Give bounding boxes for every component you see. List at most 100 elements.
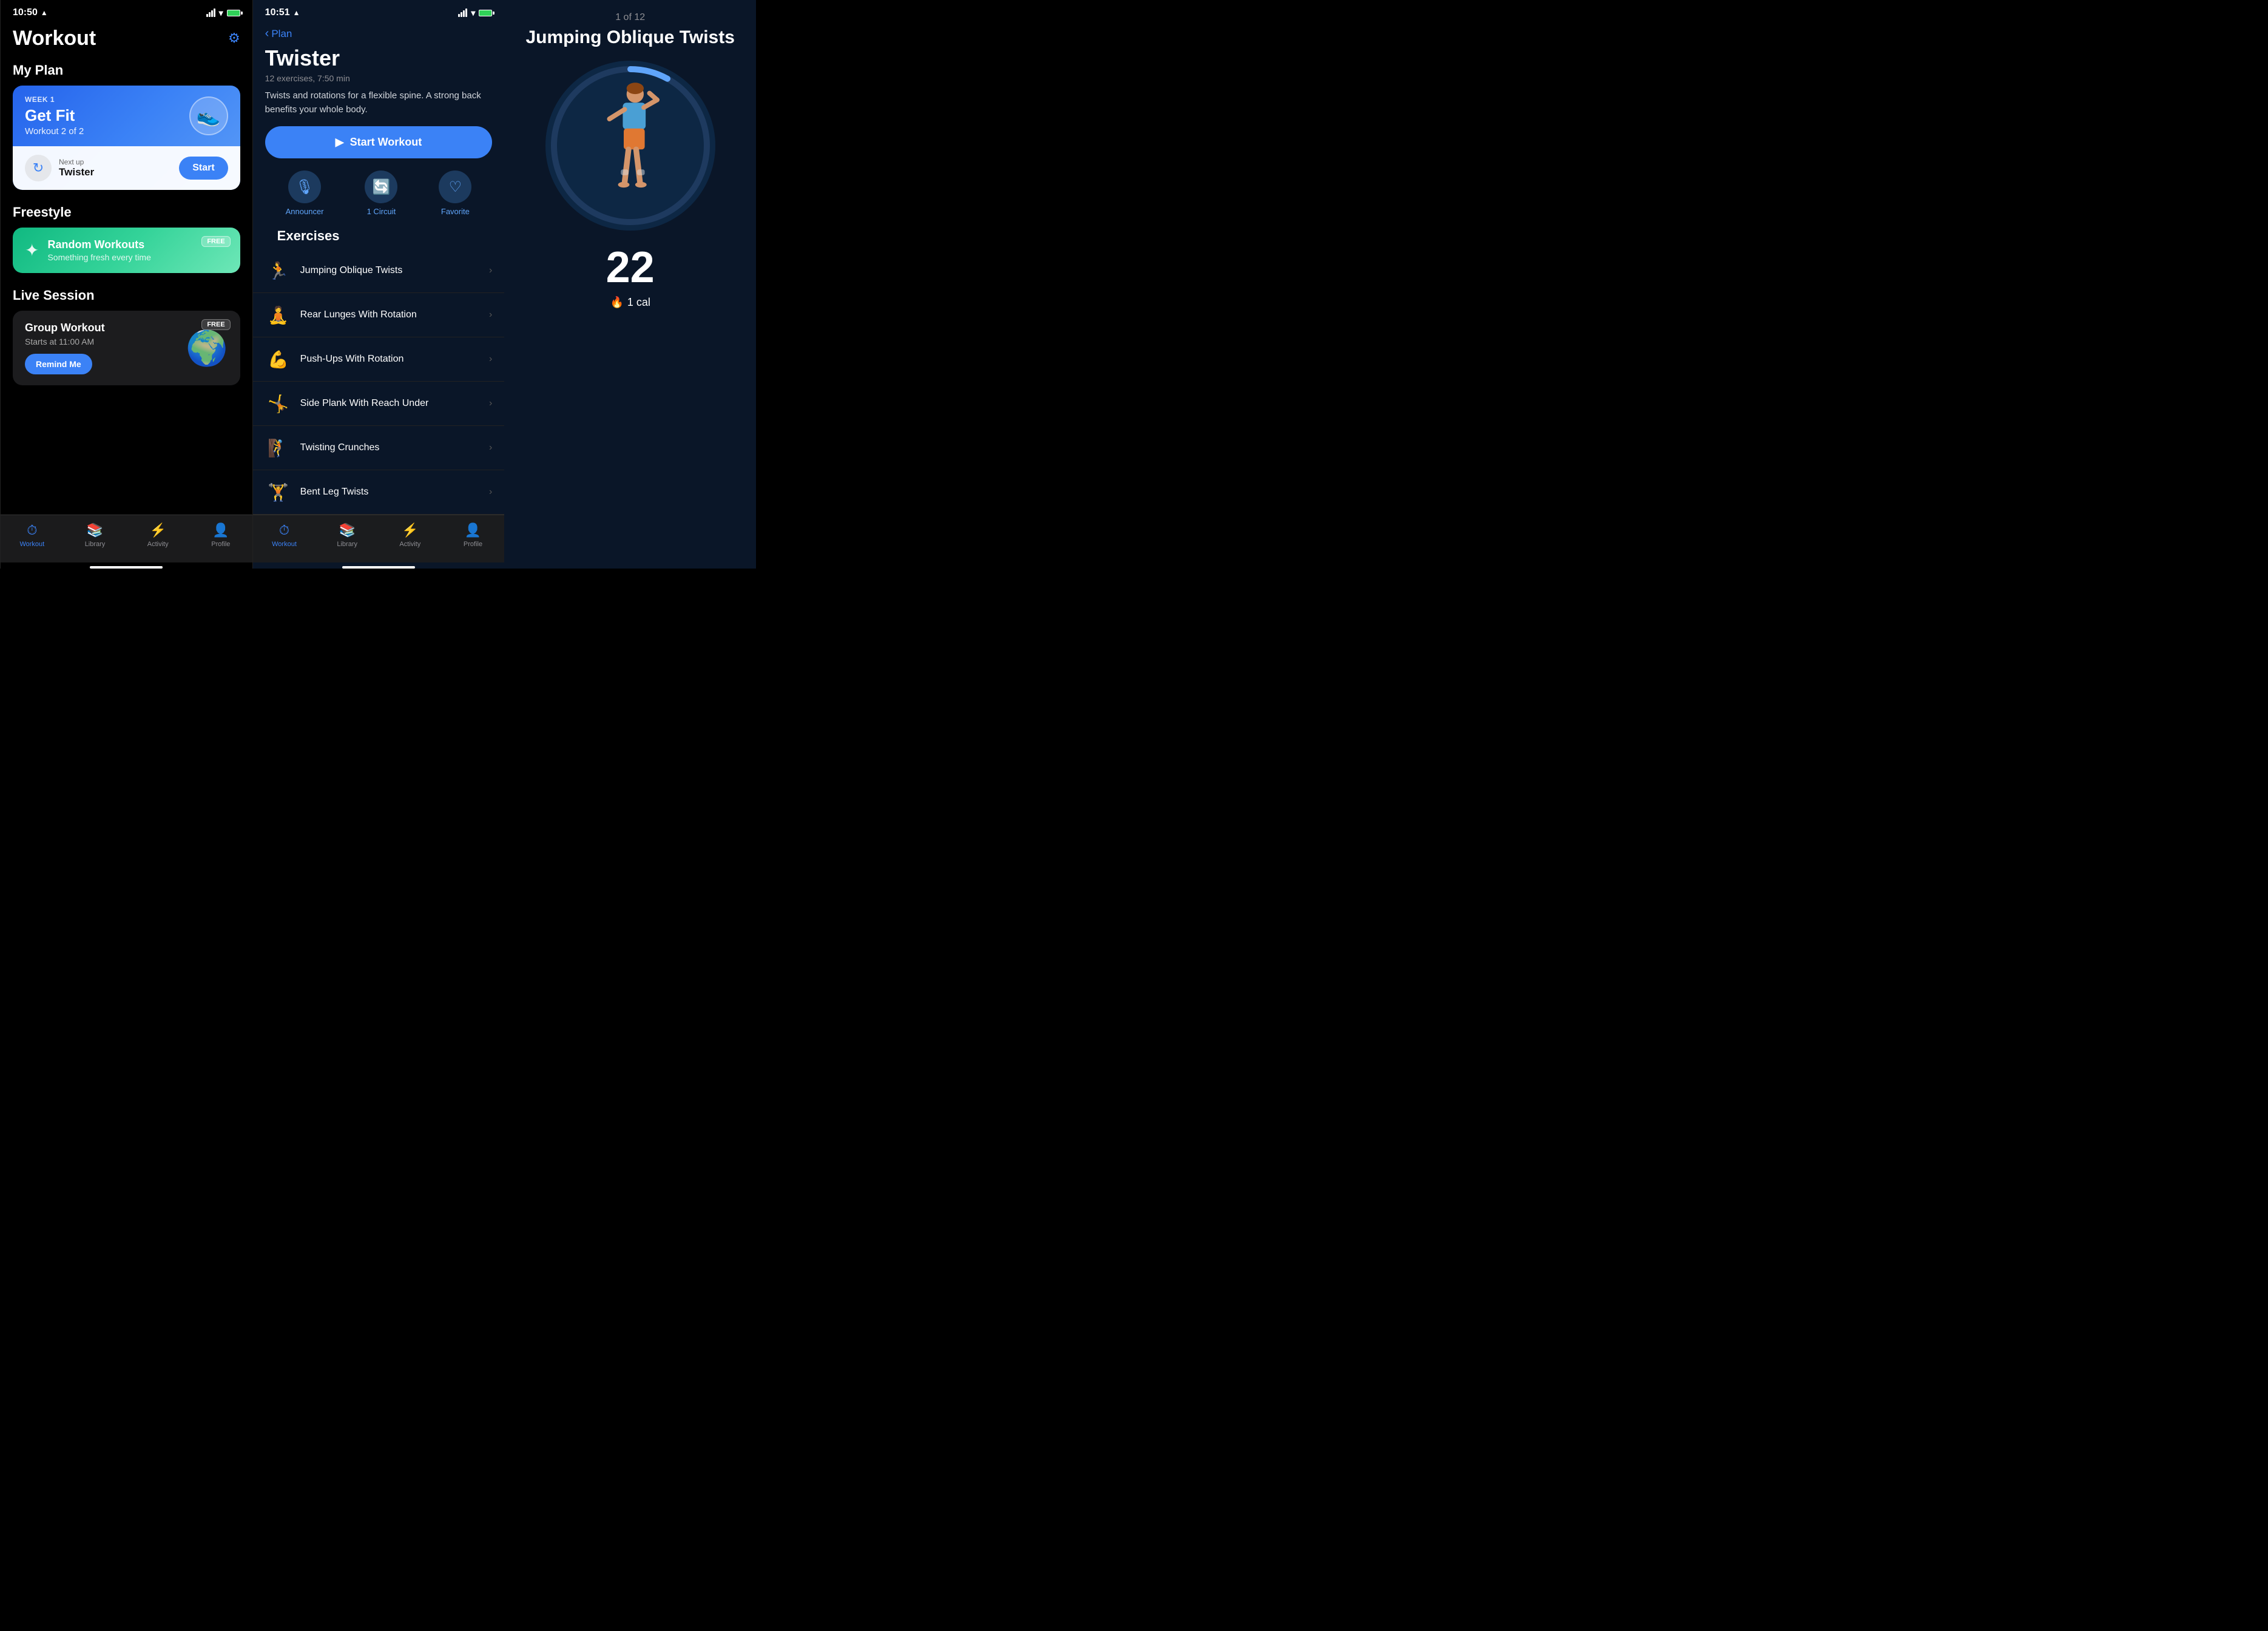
favorite-option[interactable]: ♡ Favorite [439,171,471,216]
freestyle-section-title: Freestyle [13,204,240,220]
plan-card[interactable]: WEEK 1 Get Fit Workout 2 of 2 👟 ↻ Next u… [13,86,240,190]
tab2-library-label: Library [337,541,357,548]
tab2-workout[interactable]: ⏱ Workout [253,520,316,550]
tab2-workout-icon: ⏱ [279,522,289,538]
exercise-name-1: Rear Lunges With Rotation [300,309,481,320]
freestyle-name: Random Workouts [47,238,228,251]
live-session-card: Group Workout Starts at 11:00 AM Remind … [13,311,240,385]
signal-bars-1 [206,8,215,17]
week-label: WEEK 1 [25,95,84,104]
workout-tab-icon: ⏱ [27,522,37,538]
exercise-figure-5: 🏋 [265,479,292,505]
next-up-label: Next up [59,158,94,166]
exercise-name-2: Push-Ups With Rotation [300,354,481,365]
my-plan-section-title: My Plan [13,62,240,78]
circuit-option[interactable]: 🔄 1 Circuit [365,171,397,216]
announcer-option[interactable]: 🎙 Announcer [286,171,324,216]
tab2-library-icon: 📚 [339,522,355,538]
start-workout-button[interactable]: ▶ Start Workout [265,126,493,158]
random-workouts-icon: ✦ [25,240,39,260]
tab2-profile-icon: 👤 [465,522,481,538]
plan-card-top: WEEK 1 Get Fit Workout 2 of 2 👟 [13,86,240,146]
exercises-section-title: Exercises [265,228,493,244]
plan-start-button[interactable]: Start [179,157,228,180]
tab-activity[interactable]: ⚡ Activity [126,520,189,550]
location-arrow-2: ▲ [293,8,300,17]
activity-tab-label: Activity [147,541,169,548]
exercise-name-0: Jumping Oblique Twists [300,265,481,276]
announcer-label: Announcer [286,207,324,216]
live-session-title: Group Workout [25,322,105,334]
freestyle-texts: Random Workouts Something fresh every ti… [47,238,228,262]
exercise-figure-0: 🏃 [265,257,292,284]
exercise-item-4[interactable]: 🧗 Twisting Crunches › [253,426,505,470]
status-bar-1: 10:50 ▲ ▾ [1,0,252,22]
circuit-icon-circle: 🔄 [365,171,397,203]
exercise-animation [582,79,679,212]
tab-bar-1: ⏱ Workout 📚 Library ⚡ Activity 👤 Profile [1,515,252,562]
chevron-icon-1: › [489,309,492,320]
remind-me-button[interactable]: Remind Me [25,354,92,374]
screen2-header: ‹ Plan Twister 12 exercises, 7:50 min Tw… [253,22,505,249]
settings-button[interactable]: ⚙ [228,30,240,46]
signal-bars-2 [458,8,467,17]
freestyle-free-badge: FREE [201,236,230,247]
exercise-item-0[interactable]: 🏃 Jumping Oblique Twists › [253,249,505,293]
exercise-name-5: Bent Leg Twists [300,487,481,498]
exercise-name-4: Twisting Crunches [300,442,481,453]
chevron-icon-3: › [489,398,492,409]
back-to-plan-button[interactable]: ‹ Plan [265,27,493,41]
chevron-icon-2: › [489,354,492,365]
exercise-item-2[interactable]: 💪 Push-Ups With Rotation › [253,337,505,382]
exercise-item-3[interactable]: 🤸 Side Plank With Reach Under › [253,382,505,426]
screen1-scroll: Workout My Plan WEEK 1 Get Fit Workout 2… [1,22,252,515]
exercise-name-3: Side Plank With Reach Under [300,398,481,409]
battery-icon-2 [479,10,492,16]
tab2-activity[interactable]: ⚡ Activity [379,520,442,550]
calories-row: 🔥 1 cal [610,296,650,309]
freestyle-sub: Something fresh every time [47,252,228,262]
profile-tab-label: Profile [211,541,230,548]
tab-profile[interactable]: 👤 Profile [189,520,252,550]
exercise-figure-2: 💪 [265,346,292,373]
exercise-item-1[interactable]: 🧘 Rear Lunges With Rotation › [253,293,505,337]
exercise-circle [545,61,715,231]
chevron-icon-4: › [489,442,492,453]
next-up-left: ↻ Next up Twister [25,155,94,181]
freestyle-card[interactable]: ✦ Random Workouts Something fresh every … [13,228,240,273]
announcer-icon-circle: 🎙 [288,171,321,203]
status-icons-2: ▾ [458,8,492,18]
tab2-library[interactable]: 📚 Library [316,520,379,550]
tab2-profile-label: Profile [464,541,482,548]
tab-library[interactable]: 📚 Library [64,520,127,550]
home-indicator-1 [90,566,163,569]
tab2-profile[interactable]: 👤 Profile [442,520,505,550]
plan-sub: Workout 2 of 2 [25,126,84,137]
location-arrow-1: ▲ [41,8,48,17]
next-up-name: Twister [59,166,94,178]
refresh-icon: ↻ [25,155,52,181]
home-indicator-2 [342,566,415,569]
plan-name: Get Fit [25,106,84,125]
workout-options-row: 🎙 Announcer 🔄 1 Circuit ♡ Favorite [265,171,493,216]
play-icon: ▶ [336,136,344,149]
chevron-icon-0: › [489,265,492,276]
calories-display: 1 cal [627,296,650,309]
live-session-info: Group Workout Starts at 11:00 AM Remind … [25,322,105,374]
tab2-workout-label: Workout [272,541,297,548]
exercise-figure-1: 🧘 [265,302,292,328]
workout-tab-label: Workout [19,541,44,548]
page-title: Workout [13,27,240,50]
wifi-icon-1: ▾ [219,8,223,18]
library-tab-icon: 📚 [87,522,103,538]
exercise-item-5[interactable]: 🏋 Bent Leg Twists › [253,470,505,515]
chevron-icon-5: › [489,487,492,498]
tab-workout[interactable]: ⏱ Workout [1,520,64,550]
time-1: 10:50 [13,7,38,18]
exercise-figure-3: 🤸 [265,390,292,417]
exercise-figure-display [545,61,715,231]
tab-bar-2: ⏱ Workout 📚 Library ⚡ Activity 👤 Profile [253,515,505,562]
live-free-badge: FREE [201,319,230,330]
status-bar-2: 10:51 ▲ ▾ [253,0,505,22]
circuit-label: 1 Circuit [367,207,396,216]
